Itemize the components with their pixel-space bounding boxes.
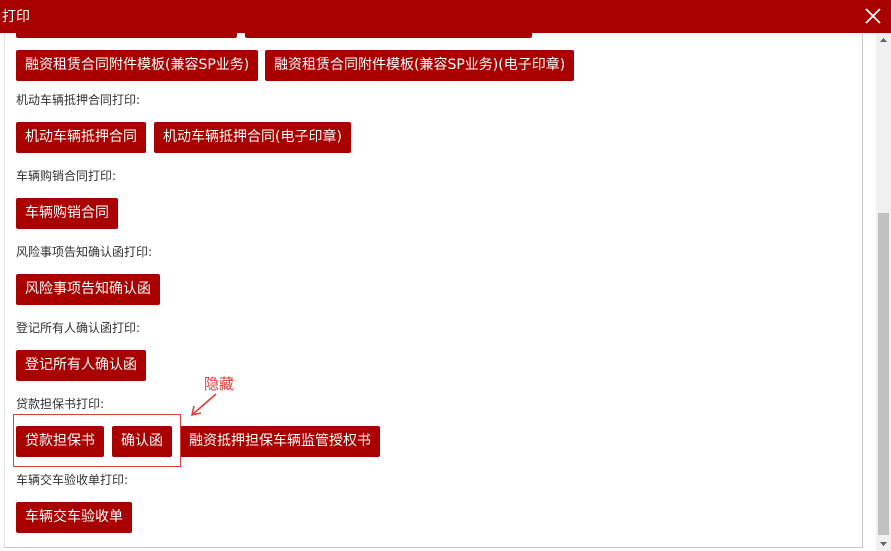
vehicle-supervision-authorization-button[interactable]: 融资抵押担保车辆监管授权书 [180,426,380,457]
owner-confirmation-button[interactable]: 登记所有人确认函 [16,350,146,381]
close-icon[interactable] [864,7,882,25]
annotation-arrow-icon [190,393,217,417]
vehicle-purchase-contract-button[interactable]: 车辆购销合同 [16,198,118,229]
scrollbar-thumb[interactable] [878,213,889,535]
vehicle-mortgage-contract-esign-button[interactable]: 机动车辆抵押合同(电子印章) [154,122,351,153]
dialog-title: 打印 [2,9,30,25]
clipped-button-2[interactable] [245,33,532,38]
handover-section-label: 车辆交车验收单打印: [16,473,129,487]
dialog-titlebar: 打印 [0,0,891,33]
vehicle-mortgage-contract-button[interactable]: 机动车辆抵押合同 [16,122,146,153]
lease-attachment-template-button[interactable]: 融资租赁合同附件模板(兼容SP业务) [16,50,259,81]
loan-guarantee-section-label: 贷款担保书打印: [16,397,105,411]
annotation-highlight-box [13,414,181,467]
lease-attachment-template-esign-button[interactable]: 融资租赁合同附件模板(兼容SP业务)(电子印章) [265,50,575,81]
vertical-scrollbar[interactable] [876,33,891,551]
vehicle-handover-receipt-button[interactable]: 车辆交车验收单 [16,502,132,533]
risk-notice-confirmation-button[interactable]: 风险事项告知确认函 [16,274,160,305]
purchase-section-label: 车辆购销合同打印: [16,169,117,183]
clipped-button-1[interactable] [16,33,237,38]
mortgage-section-label: 机动车辆抵押合同打印: [16,93,141,107]
scroll-up-arrow-icon[interactable] [876,33,891,48]
owner-section-label: 登记所有人确认函打印: [16,321,141,335]
print-options-panel: 融资租赁合同附件模板(兼容SP业务) 融资租赁合同附件模板(兼容SP业务)(电子… [4,33,863,548]
risk-section-label: 风险事项告知确认函打印: [16,245,153,259]
scroll-down-arrow-icon[interactable] [876,536,891,551]
